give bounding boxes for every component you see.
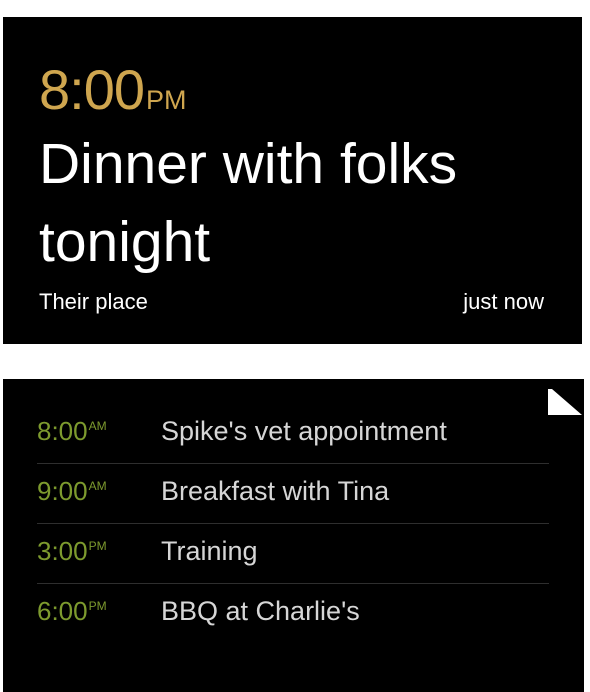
event-time: 8:00PM bbox=[39, 57, 187, 122]
agenda-item-time: 3:00PM bbox=[37, 536, 107, 567]
agenda-item-time-suffix: PM bbox=[88, 539, 107, 553]
event-title: Dinner with folks tonight bbox=[39, 132, 458, 274]
event-time-value: 8:00 bbox=[39, 58, 145, 121]
agenda-item[interactable]: 3:00PM Training bbox=[37, 524, 549, 584]
agenda-item[interactable]: 6:00PM BBQ at Charlie's bbox=[37, 584, 549, 643]
agenda-item-time-value: 8:00 bbox=[37, 416, 88, 446]
event-location: Their place bbox=[39, 289, 148, 314]
agenda-item-time: 8:00AM bbox=[37, 416, 107, 447]
agenda-item-time-value: 6:00 bbox=[37, 596, 88, 626]
agenda-item-time-suffix: PM bbox=[88, 599, 107, 613]
event-timestamp: just now bbox=[463, 289, 544, 314]
agenda-item-time-suffix: AM bbox=[88, 419, 107, 433]
agenda-item-title: Spike's vet appointment bbox=[161, 416, 447, 446]
agenda-item-time: 6:00PM bbox=[37, 596, 107, 627]
agenda-item-title: Training bbox=[161, 536, 258, 566]
agenda-item-title: BBQ at Charlie's bbox=[161, 596, 360, 626]
agenda-item-time-value: 3:00 bbox=[37, 536, 88, 566]
agenda-item-title: Breakfast with Tina bbox=[161, 476, 390, 506]
page-fold-icon bbox=[548, 389, 582, 415]
agenda-item[interactable]: 8:00AM Spike's vet appointment bbox=[37, 404, 549, 464]
agenda-item[interactable]: 9:00AM Breakfast with Tina bbox=[37, 464, 549, 524]
agenda-list: 8:00AM Spike's vet appointment 9:00AM Br… bbox=[37, 404, 549, 643]
agenda-item-time-value: 9:00 bbox=[37, 476, 88, 506]
agenda-item-time-suffix: AM bbox=[88, 479, 107, 493]
event-time-suffix: PM bbox=[146, 85, 187, 115]
event-card[interactable]: 8:00PM Dinner with folks tonight Their p… bbox=[3, 17, 582, 344]
agenda-card[interactable]: 8:00AM Spike's vet appointment 9:00AM Br… bbox=[3, 379, 584, 692]
agenda-item-time: 9:00AM bbox=[37, 476, 107, 507]
